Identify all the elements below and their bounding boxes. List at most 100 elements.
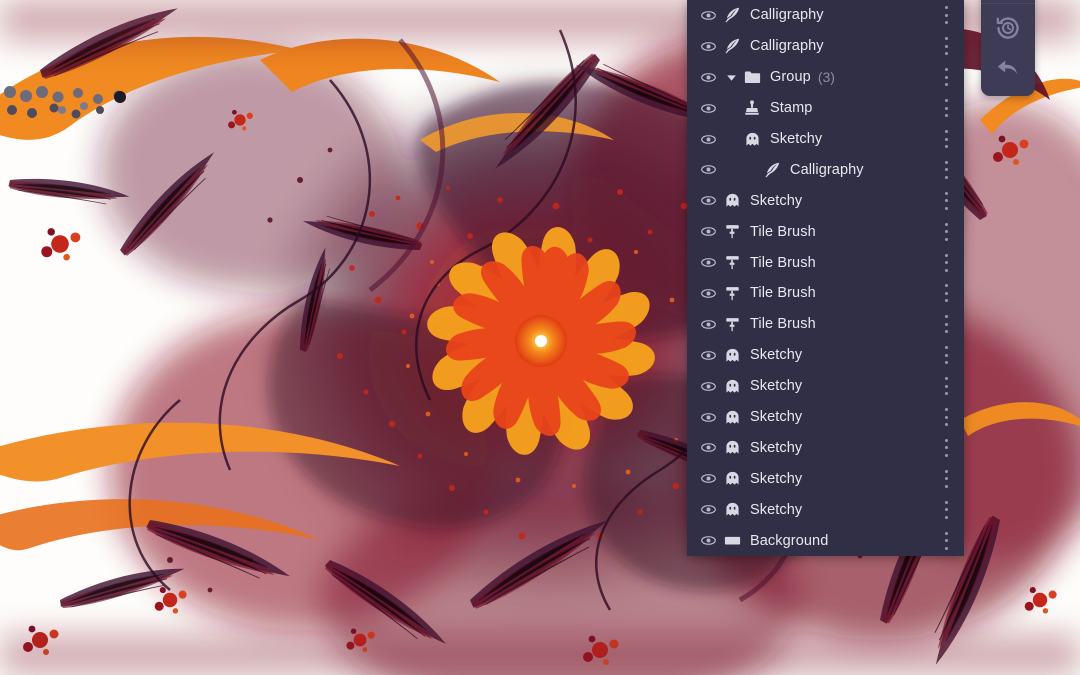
layer-row[interactable]: Tile Brush	[687, 247, 964, 278]
layer-visibility-toggle[interactable]	[695, 192, 721, 209]
layer-content: Stamp	[721, 99, 938, 117]
layer-type-icon	[721, 378, 743, 395]
layer-visibility-toggle[interactable]	[695, 285, 721, 302]
stamp-icon	[743, 99, 761, 117]
layer-type-icon	[721, 285, 743, 302]
layer-row[interactable]: Sketchy	[687, 463, 964, 494]
quill-icon	[763, 161, 781, 179]
layer-visibility-toggle[interactable]	[695, 378, 721, 395]
visibility-eye-icon[interactable]	[700, 131, 717, 148]
history-undo-panel[interactable]	[981, 0, 1035, 96]
layer-visibility-toggle[interactable]	[695, 409, 721, 426]
visibility-eye-icon[interactable]	[700, 439, 717, 456]
layer-options-menu-icon[interactable]	[938, 283, 954, 303]
layer-visibility-toggle[interactable]	[695, 223, 721, 240]
layer-row[interactable]: Calligraphy	[687, 31, 964, 62]
layer-row[interactable]: Tile Brush	[687, 216, 964, 247]
layer-visibility-toggle[interactable]	[695, 316, 721, 333]
layer-visibility-toggle[interactable]	[695, 69, 721, 86]
layer-type-icon	[721, 439, 743, 456]
visibility-eye-icon[interactable]	[700, 501, 717, 518]
layer-visibility-toggle[interactable]	[695, 347, 721, 364]
layer-options-menu-icon[interactable]	[938, 160, 954, 180]
layer-visibility-toggle[interactable]	[695, 470, 721, 487]
layer-row[interactable]: Sketchy	[687, 124, 964, 155]
layer-content: Tile Brush	[721, 223, 938, 240]
layer-row[interactable]: Sketchy	[687, 185, 964, 216]
layer-options-menu-icon[interactable]	[938, 469, 954, 489]
revert-history-button[interactable]	[981, 8, 1035, 52]
layer-visibility-toggle[interactable]	[695, 161, 721, 178]
layer-row[interactable]: Sketchy	[687, 494, 964, 525]
layer-row[interactable]: Sketchy	[687, 402, 964, 433]
layer-visibility-toggle[interactable]	[695, 501, 721, 518]
visibility-eye-icon[interactable]	[700, 38, 717, 55]
layer-visibility-toggle[interactable]	[695, 131, 721, 148]
layer-type-icon	[721, 316, 743, 333]
layer-options-menu-icon[interactable]	[938, 98, 954, 118]
layer-type-icon	[721, 531, 743, 550]
layer-options-menu-icon[interactable]	[938, 36, 954, 56]
layer-disclosure[interactable]	[721, 71, 741, 84]
layer-options-menu-icon[interactable]	[938, 191, 954, 211]
visibility-eye-icon[interactable]	[700, 347, 717, 364]
visibility-eye-icon[interactable]	[700, 532, 717, 549]
layer-row[interactable]: Calligraphy	[687, 154, 964, 185]
visibility-eye-icon[interactable]	[700, 161, 717, 178]
layers-panel[interactable]: Calligraphy Calligraphy Group (3) Stamp Sketc…	[687, 0, 964, 556]
layer-options-menu-icon[interactable]	[938, 438, 954, 458]
layer-options-menu-icon[interactable]	[938, 5, 954, 25]
visibility-eye-icon[interactable]	[700, 192, 717, 209]
visibility-eye-icon[interactable]	[700, 7, 717, 24]
layer-options-menu-icon[interactable]	[938, 67, 954, 87]
visibility-eye-icon[interactable]	[700, 69, 717, 86]
layer-visibility-toggle[interactable]	[695, 532, 721, 549]
visibility-eye-icon[interactable]	[700, 378, 717, 395]
undo-button[interactable]	[981, 48, 1035, 92]
layer-content: Sketchy	[721, 470, 938, 487]
layer-type-icon	[741, 131, 763, 148]
layer-row[interactable]: Background	[687, 525, 964, 556]
layer-options-menu-icon[interactable]	[938, 129, 954, 149]
layer-options-menu-icon[interactable]	[938, 531, 954, 551]
layer-label: Stamp	[770, 100, 813, 117]
layer-row[interactable]: Sketchy	[687, 432, 964, 463]
panel-divider	[981, 3, 1035, 4]
layer-row[interactable]: Tile Brush	[687, 278, 964, 309]
layer-options-menu-icon[interactable]	[938, 500, 954, 520]
layer-options-menu-icon[interactable]	[938, 222, 954, 242]
ghost-icon	[724, 439, 741, 456]
layer-row[interactable]: Calligraphy	[687, 0, 964, 31]
layer-options-menu-icon[interactable]	[938, 345, 954, 365]
layer-row[interactable]: Sketchy	[687, 340, 964, 371]
layer-options-menu-icon[interactable]	[938, 314, 954, 334]
visibility-eye-icon[interactable]	[700, 100, 717, 117]
layer-label: Sketchy	[750, 409, 803, 426]
layer-label: Tile Brush	[750, 254, 816, 271]
visibility-eye-icon[interactable]	[700, 316, 717, 333]
layer-visibility-toggle[interactable]	[695, 254, 721, 271]
layer-visibility-toggle[interactable]	[695, 7, 721, 24]
layers-list: Calligraphy Calligraphy Group (3) Stamp Sketc…	[687, 0, 964, 556]
visibility-eye-icon[interactable]	[700, 470, 717, 487]
layer-row[interactable]: Stamp	[687, 93, 964, 124]
layer-options-menu-icon[interactable]	[938, 376, 954, 396]
layer-row[interactable]: Tile Brush	[687, 309, 964, 340]
layer-child-count: (3)	[817, 69, 835, 86]
layer-visibility-toggle[interactable]	[695, 439, 721, 456]
visibility-eye-icon[interactable]	[700, 285, 717, 302]
visibility-eye-icon[interactable]	[700, 254, 717, 271]
layer-row[interactable]: Group (3)	[687, 62, 964, 93]
layer-row[interactable]: Sketchy	[687, 371, 964, 402]
layer-options-menu-icon[interactable]	[938, 407, 954, 427]
roller-icon	[724, 285, 741, 302]
layer-visibility-toggle[interactable]	[695, 100, 721, 117]
layer-content: Sketchy	[721, 192, 938, 209]
layer-visibility-toggle[interactable]	[695, 38, 721, 55]
visibility-eye-icon[interactable]	[700, 223, 717, 240]
visibility-eye-icon[interactable]	[700, 409, 717, 426]
layer-options-menu-icon[interactable]	[938, 253, 954, 273]
chevron-down-icon[interactable]	[725, 71, 738, 84]
layer-type-icon	[721, 409, 743, 426]
layer-label: Sketchy	[750, 378, 803, 395]
